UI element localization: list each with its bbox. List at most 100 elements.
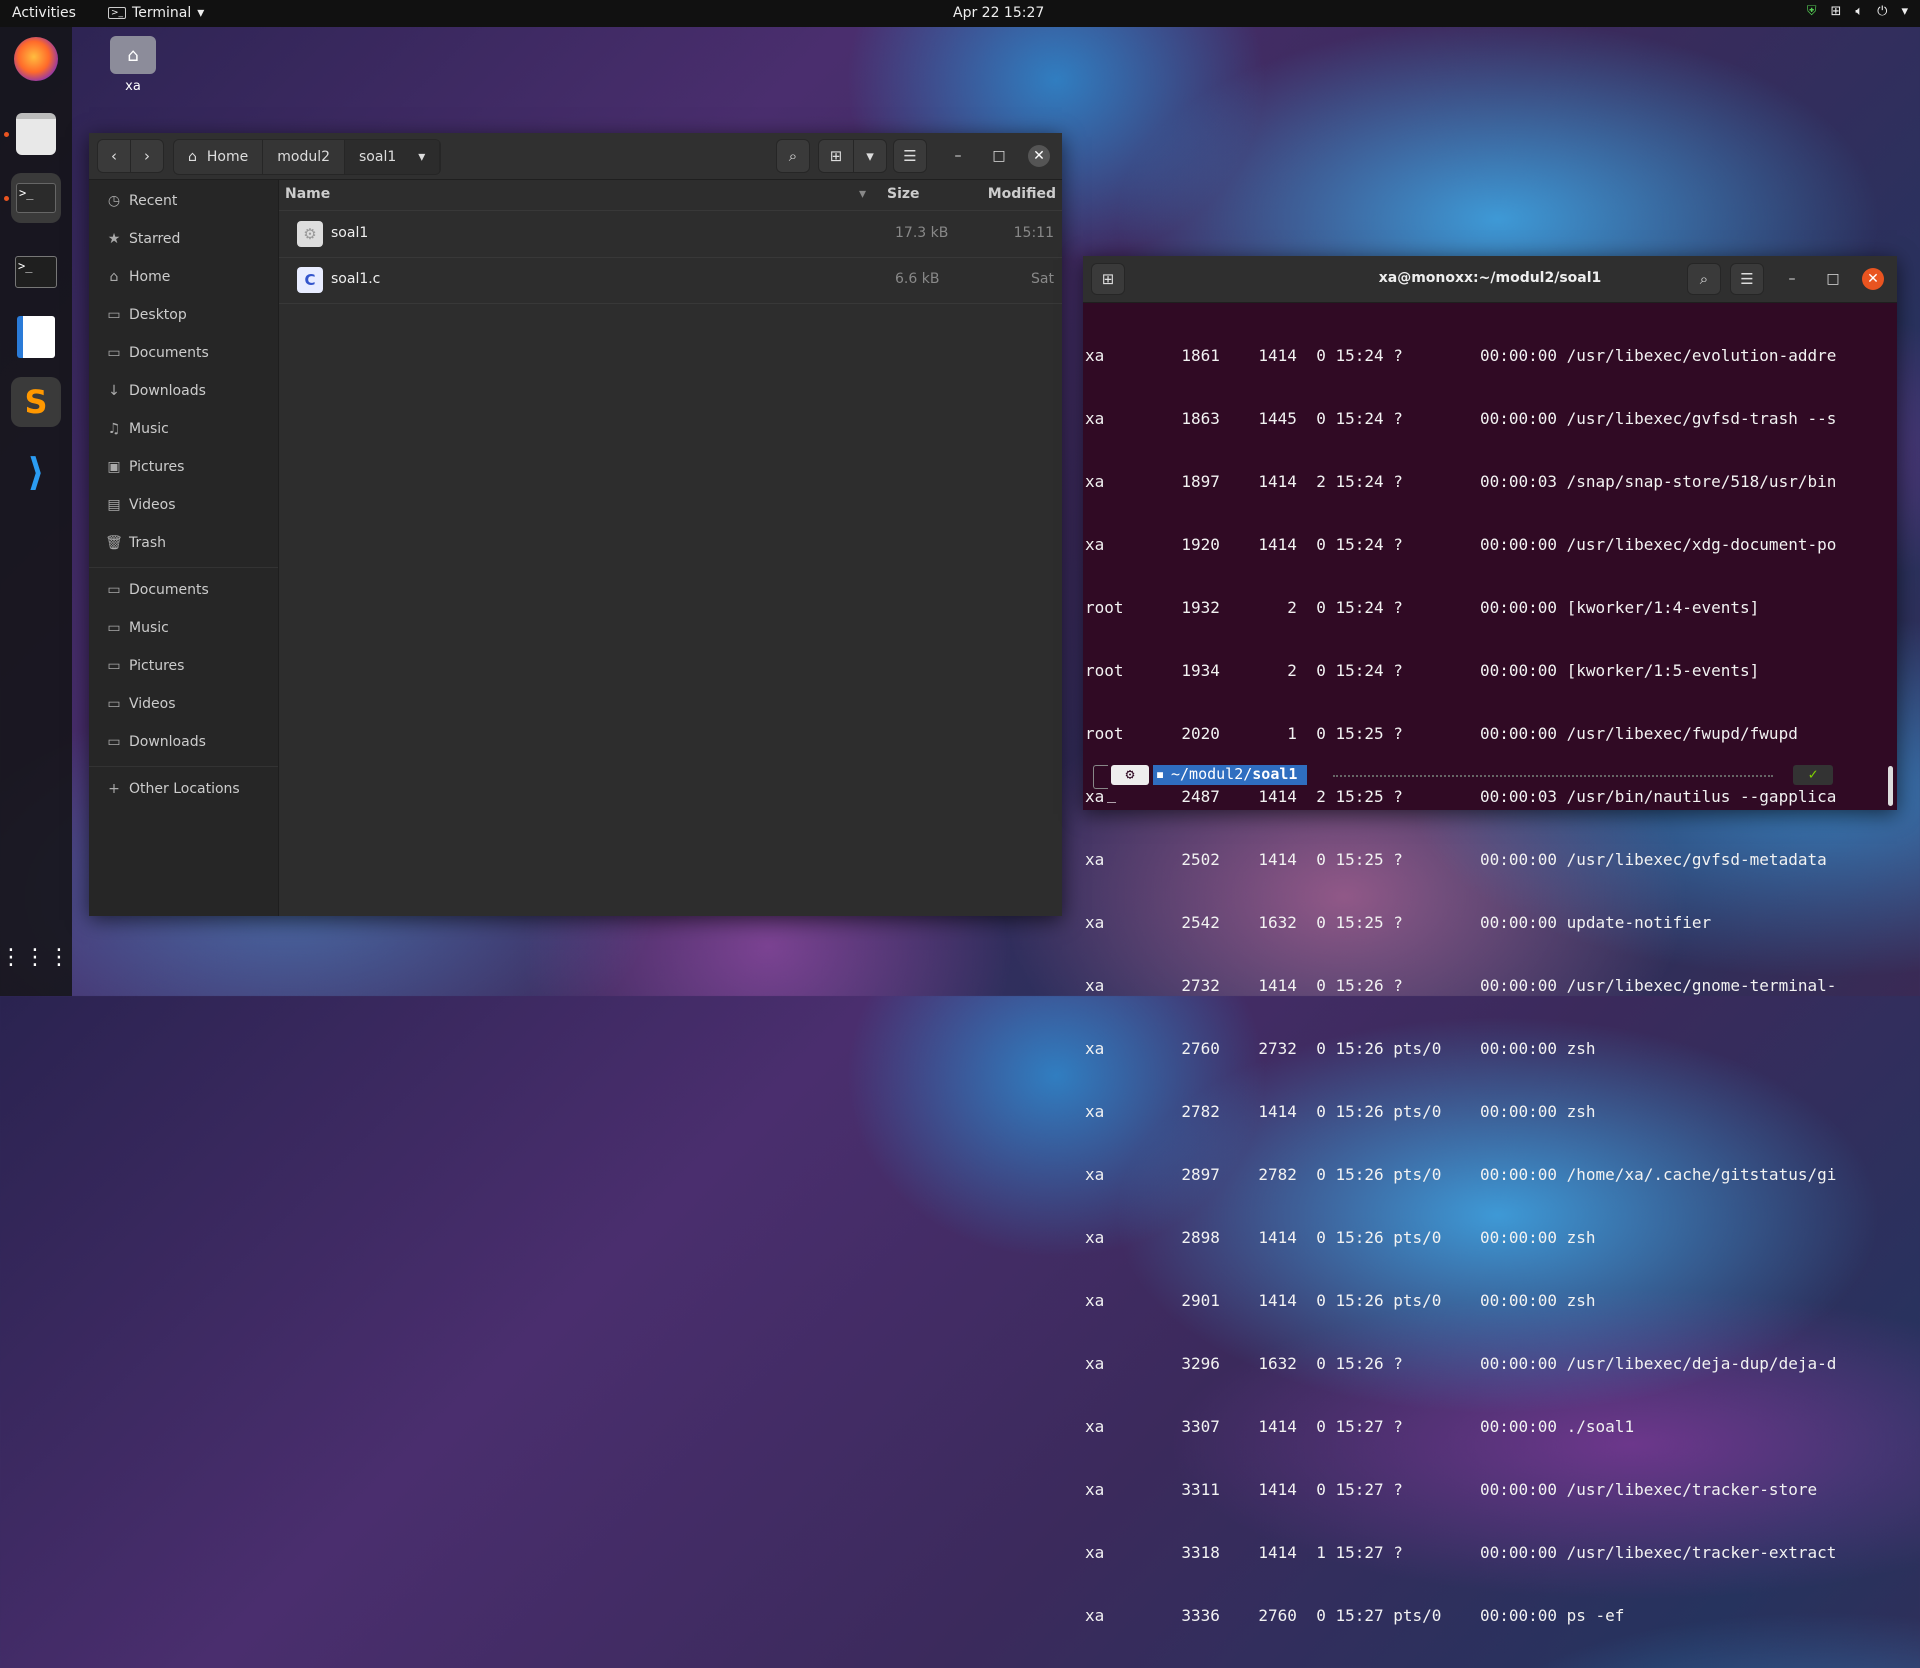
file-name: soal1	[331, 225, 369, 241]
terminal-line: root 1932 2 0 15:24 ? 00:00:00 [kworker/…	[1085, 598, 1760, 617]
terminal-menu-button[interactable]: ☰	[1730, 263, 1764, 295]
breadcrumb: ⌂ Home modul2 soal1 ▾	[173, 139, 442, 175]
search-button[interactable]: ⌕	[776, 139, 810, 173]
terminal-line: xa 2487 1414 2 15:25 ? 00:00:03 /usr/bin…	[1085, 787, 1837, 806]
trash-icon: 🗑︎	[105, 535, 123, 551]
shield-icon[interactable]: ⛨	[1807, 4, 1817, 19]
checkmark-icon: ✓	[1808, 765, 1818, 783]
main-menu-button[interactable]: ☰	[893, 139, 927, 173]
folder-icon: ▭	[107, 658, 121, 674]
terminal-line: xa 1861 1414 0 15:24 ? 00:00:00 /usr/lib…	[1085, 346, 1837, 365]
sidebar-item-videos[interactable]: ▤ Videos	[89, 486, 278, 524]
sidebar-item-other-locations[interactable]: + Other Locations	[89, 770, 278, 808]
terminal-output[interactable]: xa 1861 1414 0 15:24 ? 00:00:00 /usr/lib…	[1085, 303, 1897, 1625]
download-icon: ↓	[108, 383, 120, 399]
sidebar-bookmark-documents[interactable]: ▭ Documents	[89, 571, 278, 609]
back-button[interactable]: ‹	[97, 139, 131, 173]
prompt-path: ~/modul2/soal1	[1167, 765, 1308, 785]
chevron-down-icon: ▾	[866, 147, 874, 165]
column-size-header[interactable]: Size	[887, 186, 920, 202]
breadcrumb-home[interactable]: ⌂ Home	[174, 140, 264, 174]
sidebar-item-documents[interactable]: ▭ Documents	[89, 334, 278, 372]
sidebar-item-trash[interactable]: 🗑︎ Trash	[89, 524, 278, 562]
terminal-line: xa 3307 1414 0 15:27 ? 00:00:00 ./soal1	[1085, 1417, 1635, 1436]
chevron-down-icon: ▾	[197, 5, 205, 21]
dock: >_ >_ S ⟩ ⋮⋮⋮	[0, 27, 72, 996]
chevron-down-icon[interactable]: ▾	[1901, 4, 1908, 19]
column-name-header[interactable]: Name	[285, 186, 330, 202]
desktop-home-folder[interactable]: ⌂ xa	[108, 36, 158, 94]
terminal-line: xa 3311 1414 0 15:27 ? 00:00:00 /usr/lib…	[1085, 1480, 1818, 1499]
volume-icon[interactable]: 🔈︎	[1855, 4, 1863, 19]
terminal-line: xa 2502 1414 0 15:25 ? 00:00:00 /usr/lib…	[1085, 850, 1827, 869]
shell-prompt: ⚙ ▪ ~/modul2/soal1 ✓ _	[1093, 765, 1873, 803]
terminal-title: xa@monoxx:~/modul2/soal1	[1378, 270, 1602, 286]
breadcrumb-modul2[interactable]: modul2	[263, 140, 345, 174]
sidebar-bookmark-downloads[interactable]: ▭ Downloads	[89, 723, 278, 761]
chevron-right-icon: ›	[144, 147, 150, 165]
vscode-icon[interactable]: ⟩	[11, 447, 61, 497]
terminal-scrollbar[interactable]	[1888, 766, 1893, 806]
clock[interactable]: Apr 22 15:27	[953, 5, 1044, 21]
terminal-alt-icon[interactable]: >_	[11, 247, 61, 297]
app-menu[interactable]: >_ Terminal ▾	[108, 5, 204, 21]
column-modified-header[interactable]: Modified	[988, 186, 1056, 202]
breadcrumb-soal1[interactable]: soal1 ▾	[345, 140, 441, 174]
activities-button[interactable]: Activities	[12, 5, 76, 21]
sublime-text-icon[interactable]: S	[11, 377, 61, 427]
show-applications-icon[interactable]: ⋮⋮⋮	[0, 932, 70, 982]
maximize-button[interactable]: □	[988, 145, 1010, 167]
close-button[interactable]: ✕	[1862, 268, 1884, 290]
libreoffice-writer-icon[interactable]	[11, 312, 61, 362]
home-icon: ⌂	[188, 149, 197, 165]
sidebar-bookmark-music[interactable]: ▭ Music	[89, 609, 278, 647]
terminal-search-button[interactable]: ⌕	[1687, 263, 1721, 295]
sidebar-item-recent[interactable]: ◷ Recent	[89, 182, 278, 220]
sidebar-bookmark-pictures[interactable]: ▭ Pictures	[89, 647, 278, 685]
network-icon[interactable]: ⊞	[1830, 4, 1841, 19]
sidebar-bookmark-videos[interactable]: ▭ Videos	[89, 685, 278, 723]
file-modified: 15:11	[1013, 225, 1054, 241]
running-indicator	[4, 196, 9, 201]
file-list: Name ▾ Size Modified ⚙ soal1 17.3 kB 15:…	[279, 180, 1062, 916]
sidebar-separator	[89, 766, 278, 767]
clock-icon: ◷	[107, 193, 121, 209]
file-name: soal1.c	[331, 271, 381, 287]
table-row[interactable]: C soal1.c 6.6 kB Sat	[279, 257, 1062, 304]
hamburger-menu-icon: ☰	[903, 147, 917, 165]
sidebar-item-music[interactable]: ♫ Music	[89, 410, 278, 448]
firefox-icon[interactable]	[14, 37, 58, 81]
table-row[interactable]: ⚙ soal1 17.3 kB 15:11	[279, 211, 1062, 258]
folder-icon: ▭	[107, 582, 121, 598]
terminal-line: xa 1863 1445 0 15:24 ? 00:00:00 /usr/lib…	[1085, 409, 1837, 428]
terminal-dock-icon[interactable]: >_	[11, 173, 61, 223]
home-folder-icon: ⌂	[110, 36, 156, 74]
video-icon: ▤	[107, 497, 121, 513]
minimize-button[interactable]: –	[1781, 268, 1803, 290]
terminal-line: xa 3296 1632 0 15:26 ? 00:00:00 /usr/lib…	[1085, 1354, 1837, 1373]
plus-icon: +	[108, 781, 120, 797]
sidebar-item-downloads[interactable]: ↓ Downloads	[89, 372, 278, 410]
forward-button[interactable]: ›	[130, 139, 164, 173]
terminal-line: xa 2782 1414 0 15:26 pts/0 00:00:00 zsh	[1085, 1102, 1596, 1121]
chevron-left-icon: ‹	[111, 147, 117, 165]
view-toggle-button[interactable]: ⊞	[818, 139, 854, 173]
search-icon: ⌕	[1699, 270, 1709, 288]
close-button[interactable]: ✕	[1028, 145, 1050, 167]
sidebar-item-desktop[interactable]: ▭ Desktop	[89, 296, 278, 334]
sidebar-item-starred[interactable]: ★ Starred	[89, 220, 278, 258]
desktop-home-label: xa	[125, 79, 141, 94]
maximize-button[interactable]: □	[1822, 268, 1844, 290]
prompt-frame	[1093, 765, 1108, 789]
text-cursor[interactable]: _	[1107, 785, 1116, 803]
view-options-button[interactable]: ▾	[853, 139, 887, 173]
pictures-icon: ▣	[107, 459, 121, 475]
system-tray[interactable]: ⛨ ⊞ 🔈︎ ⏻ ▾	[1807, 4, 1908, 19]
minimize-button[interactable]: –	[947, 145, 969, 167]
files-icon[interactable]	[11, 109, 61, 159]
sidebar-item-pictures[interactable]: ▣ Pictures	[89, 448, 278, 486]
power-icon[interactable]: ⏻	[1877, 4, 1887, 19]
sort-chevron-icon: ▾	[859, 186, 867, 202]
running-indicator	[4, 132, 9, 137]
sidebar-item-home[interactable]: ⌂ Home	[89, 258, 278, 296]
